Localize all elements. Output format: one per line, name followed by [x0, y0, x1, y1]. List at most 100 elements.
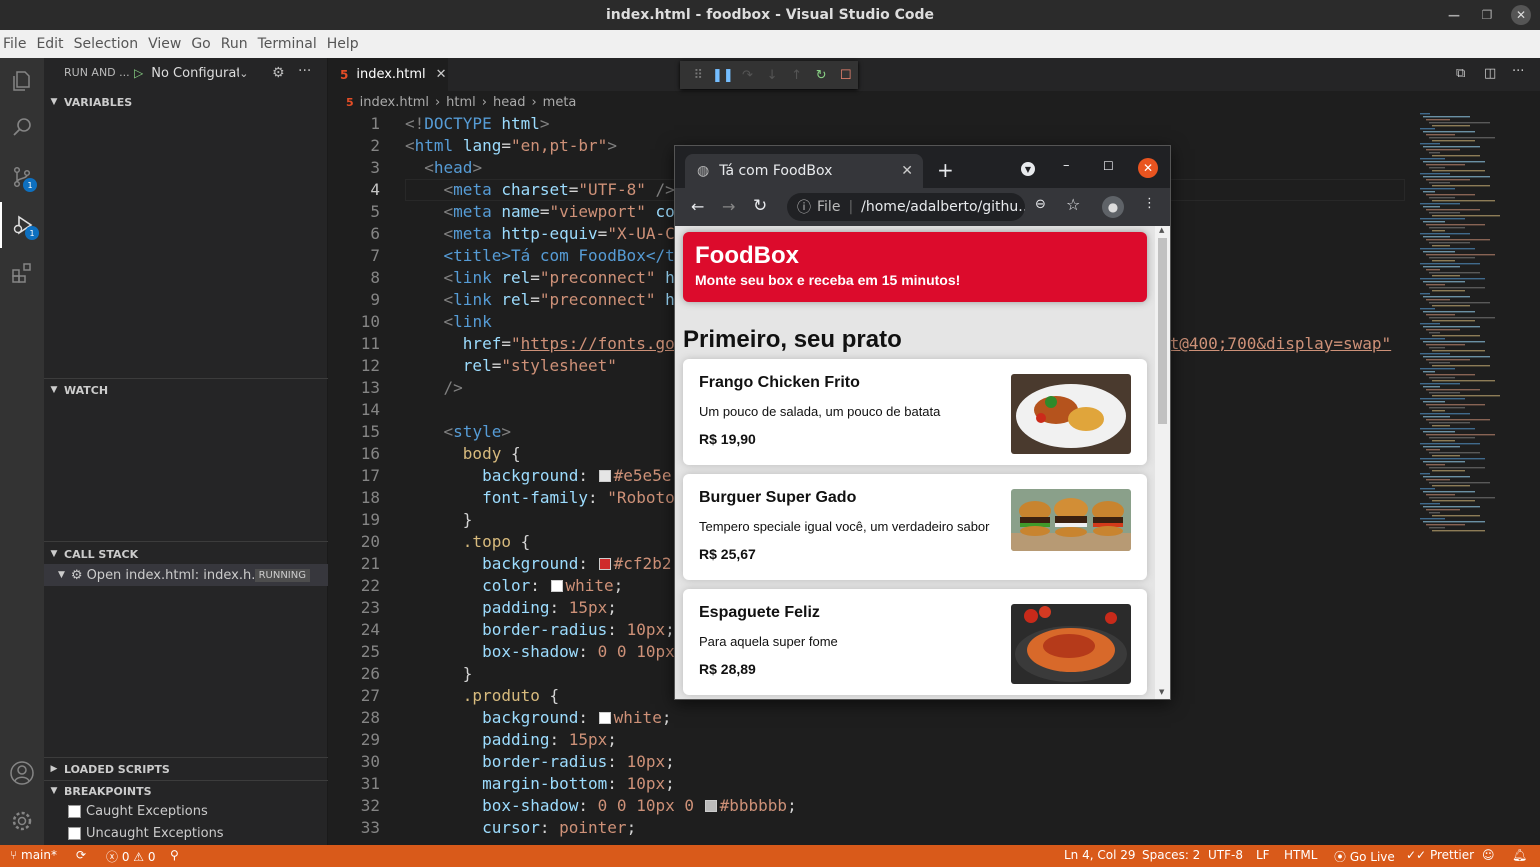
section-watch[interactable]: ▼ WATCH — [44, 379, 328, 401]
extensions-icon[interactable] — [0, 250, 44, 296]
checkbox[interactable] — [68, 805, 81, 818]
section-breakpoints[interactable]: ▼ BREAKPOINTS — [44, 780, 328, 802]
bookmark-star-icon[interactable]: ☆ — [1066, 195, 1080, 214]
minimap-line — [1432, 305, 1470, 307]
source-control-icon[interactable]: 1 — [0, 154, 44, 200]
more-actions-icon[interactable]: ··· — [1512, 64, 1524, 79]
menu-go[interactable]: Go — [188, 36, 217, 52]
title-bar: index.html - foodbox - Visual Studio Cod… — [0, 0, 1540, 30]
cursor-position[interactable]: Ln 4, Col 29 — [1064, 848, 1136, 862]
breadcrumb-file[interactable]: index.html — [360, 95, 429, 110]
breadcrumb: 5 index.html › html › head › meta — [328, 91, 1540, 113]
minimap[interactable] — [1410, 113, 1540, 845]
restore-icon[interactable]: ❐ — [1477, 5, 1497, 25]
account-icon[interactable] — [0, 750, 44, 796]
scroll-down-icon[interactable]: ▼ — [1159, 688, 1164, 696]
debug-config-select[interactable]: ▷ No Configurat ⌄ — [134, 62, 262, 84]
end-of-line[interactable]: LF — [1256, 848, 1270, 862]
drag-handle-icon[interactable]: ⠿ — [686, 68, 711, 83]
back-icon[interactable]: ← — [691, 197, 704, 216]
debug-settings-gear-icon[interactable]: ⚙ — [272, 65, 285, 81]
minimap-line — [1432, 230, 1445, 232]
chevron-down-icon: ▼ — [50, 786, 58, 796]
feedback-icon[interactable]: ☺ — [1482, 848, 1495, 862]
notifications-bell-icon[interactable]: 🔔︎ — [1512, 848, 1527, 862]
start-debug-icon[interactable]: ▷ — [134, 66, 143, 80]
minimap-line — [1432, 335, 1480, 337]
section-loaded-scripts[interactable]: ▶ LOADED SCRIPTS — [44, 758, 328, 780]
minimap-line — [1429, 527, 1445, 529]
tab-index-html[interactable]: 5 index.html ✕ — [328, 58, 448, 91]
menu-selection[interactable]: Selection — [71, 36, 146, 52]
page-viewport[interactable]: FoodBox Monte seu box e receba em 15 min… — [675, 226, 1170, 699]
minimap-line — [1423, 446, 1460, 448]
section-variables[interactable]: ▼ VARIABLES — [44, 91, 328, 113]
new-tab-icon[interactable]: + — [937, 158, 954, 182]
close-window-icon[interactable]: ✕ — [1138, 158, 1158, 178]
product-card[interactable]: Frango Chicken Frito Um pouco de salada,… — [683, 359, 1147, 465]
language-mode[interactable]: HTML — [1284, 848, 1317, 862]
step-over-icon[interactable]: ↷ — [735, 68, 760, 83]
minimap-line — [1423, 131, 1475, 133]
breadcrumb-html[interactable]: html — [446, 95, 476, 110]
product-card[interactable]: Burguer Super Gado Tempero speciale igua… — [683, 474, 1147, 580]
branch-item[interactable]: ⑂ main* — [10, 848, 57, 862]
tab-search-icon[interactable]: ▼ — [1021, 162, 1035, 176]
scrollbar-thumb[interactable] — [1158, 238, 1167, 424]
menu-terminal[interactable]: Terminal — [255, 36, 324, 52]
profile-avatar[interactable]: ● — [1102, 196, 1124, 218]
breakpoint-caught[interactable]: Caught Exceptions — [68, 804, 208, 819]
split-editor-icon[interactable]: ◫ — [1484, 66, 1496, 81]
encoding[interactable]: UTF-8 — [1208, 848, 1243, 862]
minimap-line — [1420, 398, 1465, 400]
search-icon[interactable] — [0, 104, 44, 150]
debug-status-icon[interactable]: ⚲ — [170, 848, 179, 862]
breadcrumb-head[interactable]: head — [493, 95, 525, 110]
scroll-up-icon[interactable]: ▲ — [1159, 226, 1164, 234]
close-tab-icon[interactable]: ✕ — [436, 67, 447, 82]
explorer-icon[interactable] — [0, 58, 44, 104]
breadcrumb-meta[interactable]: meta — [543, 95, 577, 110]
settings-gear-icon[interactable] — [0, 798, 44, 844]
minimap-line — [1429, 272, 1480, 274]
maximize-icon[interactable]: ☐ — [1103, 159, 1114, 173]
pause-icon[interactable]: ❚❚ — [711, 68, 736, 83]
page-scrollbar[interactable]: ▲ ▼ — [1155, 226, 1170, 699]
more-actions-icon[interactable]: ··· — [298, 63, 311, 79]
stop-icon[interactable]: ☐ — [833, 68, 858, 83]
problems-item[interactable]: ⓧ 0 ⚠ 0 — [106, 848, 156, 865]
indentation[interactable]: Spaces: 2 — [1142, 848, 1200, 862]
zoom-icon[interactable]: ⊖ — [1035, 197, 1046, 212]
minimap-line — [1426, 254, 1495, 256]
section-call-stack[interactable]: ▼ CALL STACK — [44, 543, 328, 565]
minimize-icon[interactable]: — — [1444, 5, 1464, 25]
go-live-button[interactable]: ⦿ Go Live — [1334, 848, 1395, 865]
code-line: background: #e5e5e — [482, 466, 672, 485]
menu-view[interactable]: View — [145, 36, 188, 52]
product-card[interactable]: Espaguete Feliz Para aquela super fome R… — [683, 589, 1147, 695]
close-window-icon[interactable]: ✕ — [1511, 5, 1531, 25]
step-out-icon[interactable]: ↑ — [784, 68, 809, 83]
run-debug-icon[interactable]: 1 — [0, 202, 44, 248]
restart-icon[interactable]: ↻ — [809, 68, 834, 83]
menu-file[interactable]: File — [0, 36, 33, 52]
address-bar[interactable]: ⓘ File | /home/adalberto/githu... — [787, 193, 1025, 221]
menu-run[interactable]: Run — [218, 36, 255, 52]
prettier-button[interactable]: ✓✓ Prettier — [1406, 848, 1474, 862]
menu-help[interactable]: Help — [324, 36, 366, 52]
minimap-line — [1426, 119, 1450, 121]
call-stack-item[interactable]: ▼ ⚙ Open index.html: index.h... RUNNING — [44, 564, 328, 586]
sync-icon[interactable]: ⟳ — [76, 848, 86, 862]
close-tab-icon[interactable]: ✕ — [901, 163, 913, 179]
breakpoint-uncaught[interactable]: Uncaught Exceptions — [68, 826, 224, 841]
menu-edit[interactable]: Edit — [33, 36, 70, 52]
minimize-icon[interactable]: – — [1063, 158, 1070, 173]
open-preview-icon[interactable]: ⧉ — [1456, 66, 1465, 81]
menu-kebab-icon[interactable]: ⋮ — [1143, 196, 1156, 211]
checkbox[interactable] — [68, 827, 81, 840]
browser-tab[interactable]: ◍ Tá com FoodBox ✕ — [685, 154, 923, 188]
reload-icon[interactable]: ↻ — [753, 196, 767, 216]
forward-icon[interactable]: → — [722, 197, 735, 216]
step-into-icon[interactable]: ↓ — [760, 68, 785, 83]
browser-window: ◍ Tá com FoodBox ✕ + ▼ – ☐ ✕ ← → ↻ ⓘ Fil… — [674, 145, 1171, 700]
